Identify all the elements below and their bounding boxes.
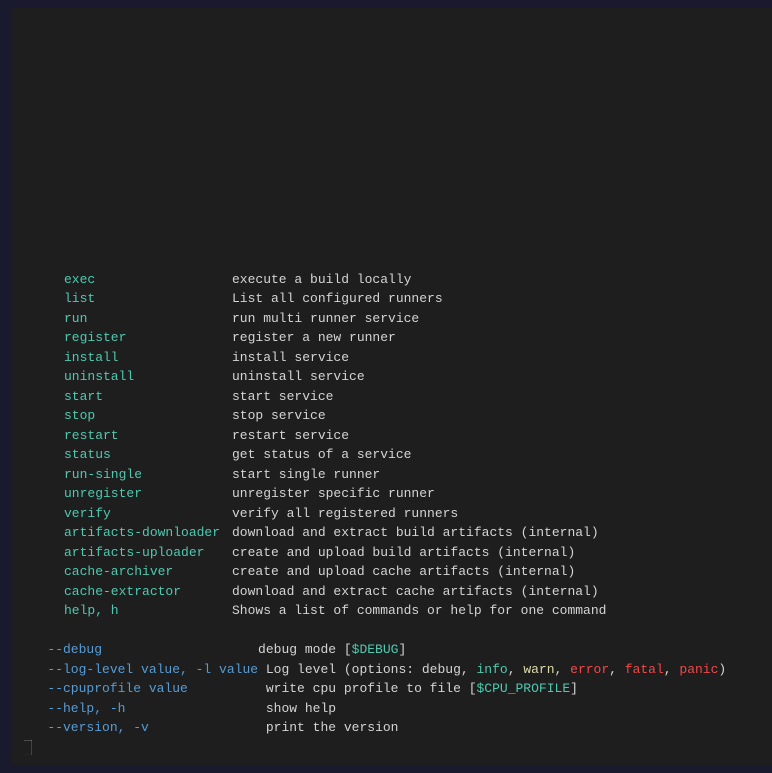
cmd-item-desc: verify all registered runners: [232, 506, 458, 521]
command-row: installinstall service: [24, 348, 772, 368]
cmd-item-desc: unregister specific runner: [232, 486, 435, 501]
commands-list: const data = JSON.parse(document.getElem…: [24, 270, 772, 621]
cmd-item-desc: Shows a list of commands or help for one…: [232, 603, 606, 618]
log-warn: warn: [523, 662, 554, 677]
env-cpu-profile: $CPU_PROFILE: [477, 681, 571, 696]
opt-help: --help, -h: [47, 701, 125, 716]
cmd-item-desc: uninstall service: [232, 369, 365, 384]
command-row: registerregister a new runner: [24, 328, 772, 348]
command-row: execexecute a build locally: [24, 270, 772, 290]
cmd-item-name: run-single: [32, 465, 232, 485]
cmd-item-name: restart: [32, 426, 232, 446]
command-row: stopstop service: [24, 406, 772, 426]
command-row: run-singlestart single runner: [24, 465, 772, 485]
cmd-item-desc: stop service: [232, 408, 326, 423]
cmd-item-desc: get status of a service: [232, 447, 411, 462]
cursor: █: [24, 740, 32, 755]
cmd-item-name: verify: [32, 504, 232, 524]
command-row: artifacts-downloaderdownload and extract…: [24, 523, 772, 543]
log-fatal: fatal: [625, 662, 664, 677]
cmd-item-name: uninstall: [32, 367, 232, 387]
cmd-item-desc: download and extract build artifacts (in…: [232, 525, 599, 540]
cmd-item-name: run: [32, 309, 232, 329]
log-panic: panic: [679, 662, 718, 677]
cmd-item-desc: run multi runner service: [232, 311, 419, 326]
cmd-item-name: install: [32, 348, 232, 368]
cmd-item-name: list: [32, 289, 232, 309]
log-info: info: [476, 662, 507, 677]
command-row: startstart service: [24, 387, 772, 407]
command-row: statusget status of a service: [24, 445, 772, 465]
cmd-item-desc: start service: [232, 389, 333, 404]
cmd-item-name: start: [32, 387, 232, 407]
command-row: cache-archivercreate and upload cache ar…: [24, 562, 772, 582]
env-debug: $DEBUG: [352, 642, 399, 657]
cmd-item-desc: download and extract cache artifacts (in…: [232, 584, 599, 599]
cmd-item-desc: List all configured runners: [232, 291, 443, 306]
opt-log-level: --log-level value, -l value: [47, 662, 258, 677]
command-row: unregisterunregister specific runner: [24, 484, 772, 504]
command-row: uninstalluninstall service: [24, 367, 772, 387]
cmd-item-name: artifacts-uploader: [32, 543, 232, 563]
cmd-item-name: exec: [32, 270, 232, 290]
command-row: runrun multi runner service: [24, 309, 772, 329]
cmd-item-desc: execute a build locally: [232, 272, 411, 287]
cmd-item-name: cache-archiver: [32, 562, 232, 582]
command-row: cache-extractordownload and extract cach…: [24, 582, 772, 602]
command-row: help, hShows a list of commands or help …: [24, 601, 772, 621]
cmd-item-desc: create and upload cache artifacts (inter…: [232, 564, 575, 579]
cmd-item-name: artifacts-downloader: [32, 523, 232, 543]
cmd-item-desc: create and upload build artifacts (inter…: [232, 545, 575, 560]
command-row: verifyverify all registered runners: [24, 504, 772, 524]
cmd-item-desc: install service: [232, 350, 349, 365]
command-row: listList all configured runners: [24, 289, 772, 309]
terminal-window: const data = JSON.parse(document.getElem…: [12, 8, 772, 765]
cmd-item-name: register: [32, 328, 232, 348]
command-row: artifacts-uploadercreate and upload buil…: [24, 543, 772, 563]
command-row: restartrestart service: [24, 426, 772, 446]
opt-cpuprofile: --cpuprofile value: [47, 681, 187, 696]
cmd-item-name: cache-extractor: [32, 582, 232, 602]
cmd-item-name: unregister: [32, 484, 232, 504]
log-error: error: [570, 662, 609, 677]
cmd-item-name: status: [32, 445, 232, 465]
opt-debug: --debug: [47, 642, 102, 657]
cmd-item-desc: start single runner: [232, 467, 380, 482]
cmd-item-desc: register a new runner: [232, 330, 396, 345]
cmd-item-desc: restart service: [232, 428, 349, 443]
cmd-item-name: help, h: [32, 601, 232, 621]
cmd-item-name: stop: [32, 406, 232, 426]
opt-version: --version, -v: [47, 720, 148, 735]
